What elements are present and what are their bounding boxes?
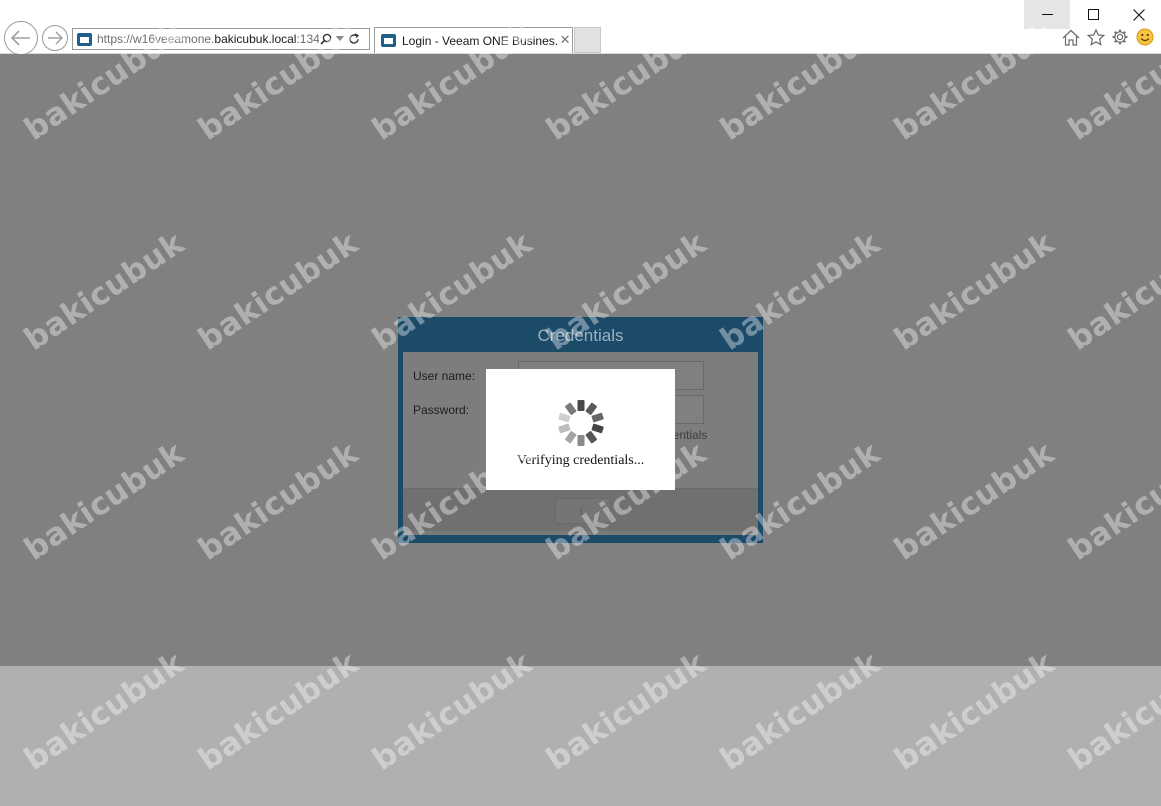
refresh-icon[interactable]	[347, 30, 361, 48]
tab-login[interactable]: Login - Veeam ONE Busines... ✕	[374, 27, 573, 53]
close-icon	[1133, 8, 1145, 21]
username-label: User name:	[413, 369, 476, 383]
new-tab-button[interactable]	[574, 27, 601, 53]
dialog-footer-edge	[403, 531, 758, 535]
favorites-star-icon[interactable]	[1087, 28, 1105, 46]
dialog-title: Credentials	[537, 326, 624, 345]
arrow-left-icon	[11, 30, 30, 46]
minimize-icon	[1041, 13, 1053, 15]
tab-favicon-icon	[381, 34, 396, 47]
minimize-button[interactable]	[1024, 0, 1070, 29]
tab-title: Login - Veeam ONE Busines...	[402, 33, 559, 48]
maximize-icon	[1087, 9, 1099, 20]
maximize-button[interactable]	[1070, 0, 1116, 29]
modal-overlay: Credentials User name: Password: dential…	[0, 54, 1161, 666]
back-button[interactable]	[4, 21, 38, 55]
settings-gear-icon[interactable]	[1111, 28, 1129, 46]
verifying-popup: Verifying credentials...	[486, 369, 675, 490]
search-icon[interactable]	[319, 30, 333, 48]
feedback-smiley-icon[interactable]	[1136, 28, 1154, 46]
close-button[interactable]	[1116, 0, 1161, 29]
tab-close-icon[interactable]: ✕	[558, 33, 572, 48]
page-content: Credentials User name: Password: dential…	[0, 54, 1161, 806]
dialog-footer: L	[403, 488, 758, 532]
login-button[interactable]: L	[555, 498, 611, 524]
verifying-message: Verifying credentials...	[516, 453, 645, 468]
forward-button[interactable]	[42, 25, 68, 51]
home-icon[interactable]	[1062, 28, 1080, 46]
address-bar[interactable]: https://w16veeamone.bakicubuk.local:1340	[72, 28, 370, 50]
dropdown-arrow-icon[interactable]	[333, 30, 347, 48]
site-favicon-icon	[77, 32, 92, 46]
password-label: Password:	[413, 403, 470, 417]
url-text[interactable]: https://w16veeamone.bakicubuk.local:1340	[97, 32, 319, 46]
loading-spinner-icon	[558, 400, 604, 446]
browser-chrome: https://w16veeamone.bakicubuk.local:1340…	[0, 0, 1161, 55]
arrow-right-icon	[48, 31, 63, 45]
